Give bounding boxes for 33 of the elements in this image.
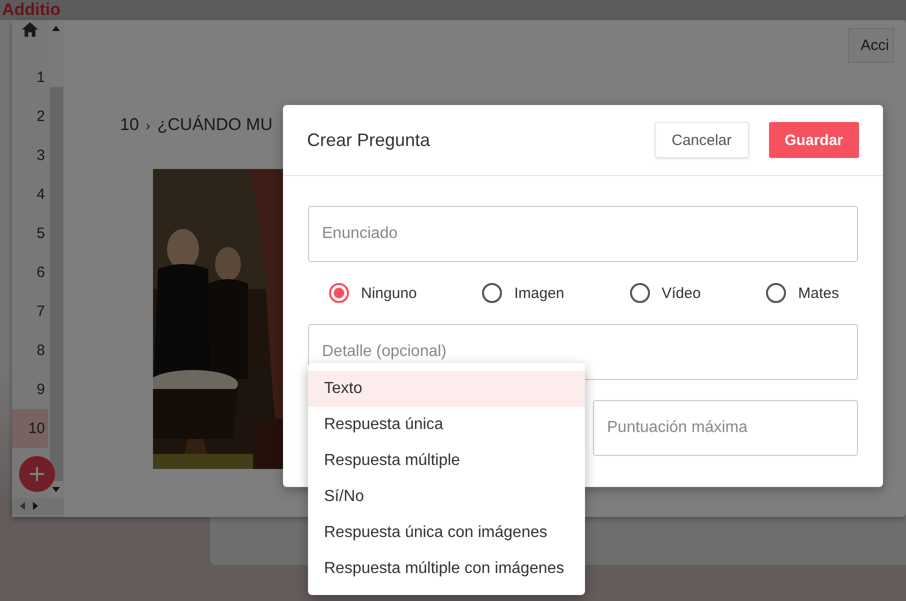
menu-item[interactable]: Respuesta múltiple con imágenes [308,551,585,587]
horizontal-scrollbar[interactable] [12,498,64,514]
radio-icon[interactable] [329,283,349,303]
actions-button[interactable]: Acci [848,28,894,63]
scroll-right-icon[interactable] [33,502,38,510]
max-score-field[interactable]: Puntuación máxima [593,400,858,456]
statement-field[interactable]: Enunciado [308,206,858,262]
media-radio-option[interactable]: Imagen [482,283,564,303]
scroll-down-icon[interactable] [52,487,60,492]
radio-icon[interactable] [766,283,786,303]
question-title: ¿CUÁNDO MU [157,115,272,135]
plus-icon [29,466,45,482]
home-icon[interactable] [21,21,39,38]
scroll-left-icon[interactable] [20,502,25,510]
menu-item[interactable]: Respuesta única con imágenes [308,515,585,551]
menu-item[interactable]: Texto [308,371,585,407]
media-radio-option[interactable]: Ninguno [329,283,417,303]
radio-icon[interactable] [482,283,502,303]
question-number: 10 [120,115,139,135]
breadcrumb-separator: › [146,118,150,133]
media-radio-option[interactable]: Vídeo [630,283,701,303]
dialog-title: Crear Pregunta [307,130,430,150]
question-number-item[interactable]: 10 [12,409,48,448]
cancel-button[interactable]: Cancelar [654,122,749,158]
radio-icon[interactable] [630,283,650,303]
menu-item[interactable]: Respuesta múltiple [308,443,585,479]
add-button[interactable] [19,456,55,492]
app-logo: Additio [1,0,62,20]
menu-item[interactable]: Sí/No [308,479,585,515]
scroll-up-icon[interactable] [52,26,60,31]
media-radio-option[interactable]: Mates [766,283,839,303]
save-button[interactable]: Guardar [768,122,859,158]
menu-item[interactable]: Respuesta única [308,407,585,443]
